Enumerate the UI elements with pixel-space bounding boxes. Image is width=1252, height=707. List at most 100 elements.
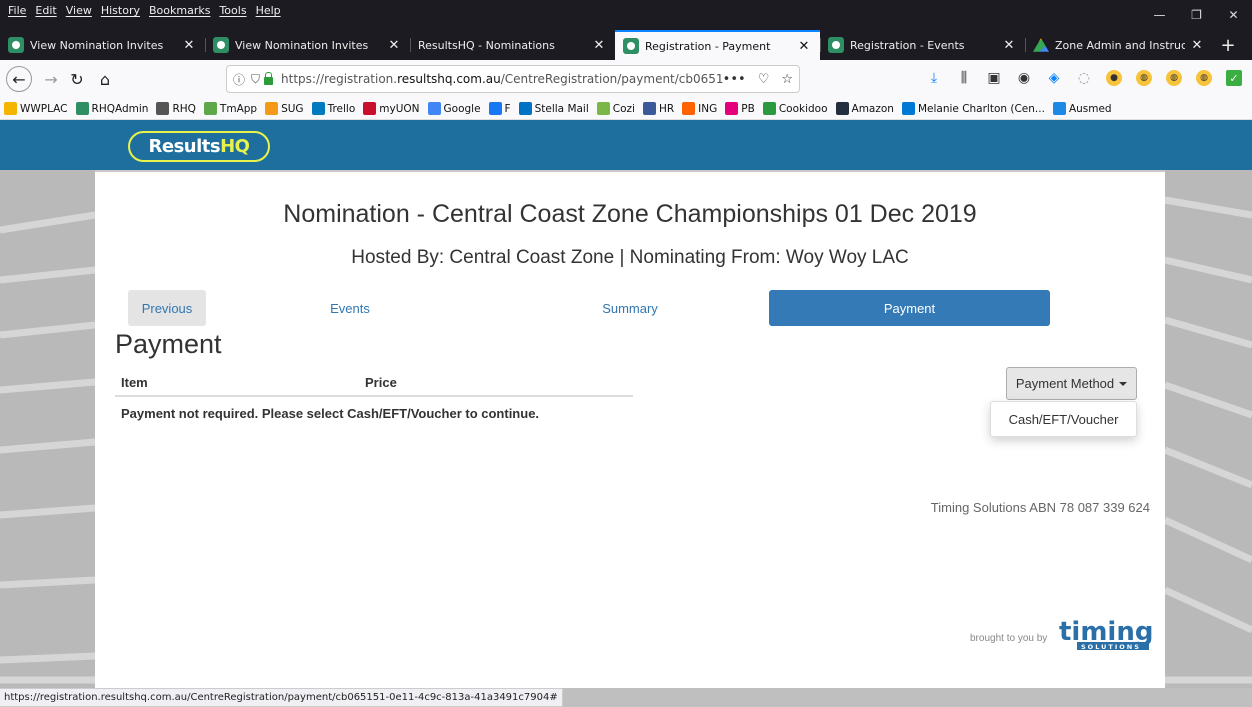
- menu-tools[interactable]: Tools: [219, 4, 246, 17]
- section-heading: Payment: [115, 329, 222, 359]
- bookmark-item[interactable]: HR: [642, 102, 675, 115]
- menu-view[interactable]: View: [66, 4, 92, 17]
- more-actions-icon[interactable]: •••: [723, 72, 746, 87]
- extension-search-icon[interactable]: ◍: [1136, 70, 1152, 86]
- forward-arrow-icon[interactable]: →: [38, 66, 64, 92]
- content-panel: Nomination - Central Coast Zone Champion…: [95, 172, 1165, 688]
- info-icon[interactable]: ⓘ: [233, 71, 245, 88]
- abn-text: Timing Solutions ABN 78 087 339 624: [930, 500, 1150, 515]
- bookmark-item[interactable]: TmApp: [203, 102, 257, 115]
- bookmark-label: RHQAdmin: [91, 102, 149, 115]
- resultshq-logo[interactable]: Results HQ: [128, 131, 270, 162]
- column-price: Price: [365, 375, 397, 390]
- bookmark-item[interactable]: Google: [427, 102, 481, 115]
- bookmark-item[interactable]: Cozi: [596, 102, 635, 115]
- step-summary-link[interactable]: Summary: [575, 290, 685, 326]
- bookmark-item[interactable]: Stella Mail: [518, 102, 589, 115]
- page-title: Nomination - Central Coast Zone Champion…: [283, 200, 977, 228]
- bookmark-item[interactable]: RHQ: [156, 102, 196, 115]
- tab-view-nomination-invites-2[interactable]: View Nomination Invites ✕: [205, 30, 410, 60]
- column-item: Item: [121, 375, 148, 390]
- payment-method-option-cash[interactable]: Cash/EFT/Voucher: [990, 401, 1137, 437]
- menu-file[interactable]: File: [8, 4, 26, 17]
- bookmark-item[interactable]: Trello: [311, 102, 356, 115]
- extension-shield-icon[interactable]: ◈: [1046, 70, 1062, 86]
- bookmark-favicon-icon: [901, 102, 915, 115]
- back-arrow-icon[interactable]: ←: [6, 66, 32, 92]
- close-tab-icon[interactable]: ✕: [796, 39, 812, 54]
- bookmark-favicon-icon: [75, 102, 89, 115]
- bookmark-item[interactable]: Amazon: [835, 102, 894, 115]
- bookmark-favicon-icon: [156, 102, 170, 115]
- bookmark-item[interactable]: PB: [725, 102, 755, 115]
- extension-ghost-icon[interactable]: ◌: [1076, 70, 1092, 86]
- bookmark-favicon-icon: [682, 102, 696, 115]
- menu-bookmarks[interactable]: Bookmarks: [149, 4, 210, 17]
- sidebar-icon[interactable]: ▣: [986, 70, 1002, 86]
- extension-search-2-icon[interactable]: ◍: [1166, 70, 1182, 86]
- bookmark-favicon-icon: [725, 102, 739, 115]
- bookmark-item[interactable]: ING: [682, 102, 717, 115]
- bookmark-label: Trello: [327, 102, 356, 115]
- tab-zone-admin[interactable]: Zone Admin and Instructions - ✕: [1025, 30, 1213, 60]
- close-tab-icon[interactable]: ✕: [181, 38, 197, 53]
- account-icon[interactable]: ◉: [1016, 70, 1032, 86]
- tab-registration-payment[interactable]: Registration - Payment ✕: [615, 30, 820, 60]
- tab-strip: View Nomination Invites ✕ View Nominatio…: [0, 30, 1252, 60]
- menu-help[interactable]: Help: [256, 4, 281, 17]
- close-window-icon[interactable]: ✕: [1215, 0, 1252, 30]
- close-tab-icon[interactable]: ✕: [386, 38, 402, 53]
- bookmark-label: Cookidoo: [778, 102, 828, 115]
- menu-edit[interactable]: Edit: [35, 4, 56, 17]
- library-icon[interactable]: ⫼: [956, 70, 972, 86]
- bookmark-item[interactable]: Melanie Charlton (Cen...: [901, 102, 1045, 115]
- bookmark-item[interactable]: SUG: [265, 102, 304, 115]
- bookmark-item[interactable]: RHQAdmin: [75, 102, 149, 115]
- tab-label: Registration - Payment: [645, 39, 771, 53]
- extension-yellow-icon[interactable]: ●: [1106, 70, 1122, 86]
- bookmark-item[interactable]: F: [488, 102, 511, 115]
- close-tab-icon[interactable]: ✕: [1001, 38, 1017, 53]
- timing-solutions-logo[interactable]: timing SOLUTIONS: [1057, 615, 1152, 651]
- pocket-icon[interactable]: ♡: [758, 72, 770, 87]
- url-bar[interactable]: ⓘ ⛉ https://registration.resultshq.com.a…: [226, 65, 800, 93]
- menu-history[interactable]: History: [101, 4, 140, 17]
- tab-view-nomination-invites-1[interactable]: View Nomination Invites ✕: [0, 30, 205, 60]
- bookmark-item[interactable]: myUON: [363, 102, 420, 115]
- url-text[interactable]: https://registration.resultshq.com.au/Ce…: [281, 72, 723, 86]
- payment-method-dropdown-button[interactable]: Payment Method: [1006, 367, 1137, 400]
- wizard-steps: Previous Events Summary Payment: [95, 290, 1165, 326]
- download-icon[interactable]: ⤓: [926, 70, 942, 86]
- step-events-link[interactable]: Events: [295, 290, 405, 326]
- bookmark-item[interactable]: Cookidoo: [762, 102, 828, 115]
- new-tab-icon[interactable]: +: [1213, 30, 1243, 60]
- restore-icon[interactable]: ❐: [1178, 0, 1215, 30]
- payment-table: Item Price Payment not required. Please …: [115, 368, 633, 430]
- tab-registration-events[interactable]: Registration - Events ✕: [820, 30, 1025, 60]
- status-bar-url: https://registration.resultshq.com.au/Ce…: [0, 688, 563, 707]
- menu-list: File Edit View History Bookmarks Tools H…: [8, 4, 290, 17]
- tab-resultshq-nominations[interactable]: ResultsHQ - Nominations ✕: [410, 30, 615, 60]
- bookmark-label: HR: [658, 102, 675, 115]
- bookmark-favicon-icon: [311, 102, 325, 115]
- bookmark-label: Google: [443, 102, 481, 115]
- bookmark-item[interactable]: Ausmed: [1052, 102, 1112, 115]
- rhq-favicon-icon: [8, 37, 24, 53]
- bookmark-label: Ausmed: [1068, 102, 1112, 115]
- checkmark-extension-icon[interactable]: ✓: [1226, 70, 1242, 86]
- close-tab-icon[interactable]: ✕: [591, 38, 607, 53]
- extension-search-3-icon[interactable]: ◍: [1196, 70, 1212, 86]
- web-page: Results HQ Nomination - Central Coast Zon…: [0, 120, 1252, 688]
- bookmark-star-icon[interactable]: ☆: [781, 72, 793, 87]
- step-previous-button[interactable]: Previous: [128, 290, 206, 326]
- step-payment-active[interactable]: Payment: [769, 290, 1050, 326]
- home-icon[interactable]: ⌂: [92, 66, 118, 92]
- tab-label: View Nomination Invites: [30, 38, 164, 52]
- minimize-icon[interactable]: —: [1141, 0, 1178, 30]
- bookmark-label: ING: [698, 102, 718, 115]
- bookmark-item[interactable]: WWPLAC: [4, 102, 68, 115]
- close-tab-icon[interactable]: ✕: [1189, 38, 1205, 53]
- reload-icon[interactable]: ↻: [64, 66, 90, 92]
- shield-icon[interactable]: ⛉: [251, 72, 260, 87]
- bookmark-favicon-icon: [518, 102, 532, 115]
